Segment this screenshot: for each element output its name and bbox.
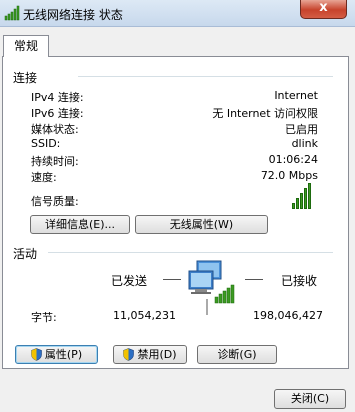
wireless-properties-button-label: 无线属性(W) <box>169 218 234 231</box>
properties-button-label: 属性(P) <box>44 348 83 361</box>
received-label: 已接收 <box>281 274 318 288</box>
details-button[interactable]: 详细信息(E)... <box>30 215 130 234</box>
tab-general[interactable]: 常规 <box>3 35 49 57</box>
ipv6-label: IPv6 连接: <box>31 107 84 120</box>
sent-dash <box>163 279 181 280</box>
ssid-label: SSID: <box>31 137 61 150</box>
close-button[interactable]: 关闭(C) <box>274 389 346 409</box>
diagnose-button-label: 诊断(G) <box>217 348 257 361</box>
window-title: 无线网络连接 状态 <box>23 8 123 22</box>
uac-shield-icon <box>123 348 135 361</box>
sent-label: 已发送 <box>111 274 148 288</box>
ipv6-value: 无 Internet 访问权限 <box>212 107 318 120</box>
close-icon: x <box>319 0 328 15</box>
activity-heading: 活动 <box>13 247 38 261</box>
duration-value: 01:06:24 <box>268 153 318 166</box>
ipv4-label: IPv4 连接: <box>31 91 84 104</box>
speed-label: 速度: <box>31 171 57 184</box>
bytes-sent-value: 11,054,231 <box>113 309 176 322</box>
window-body: 常规 连接 IPv4 连接: Internet IPv6 连接: 无 Inter… <box>0 27 355 412</box>
signal-quality-label: 信号质量: <box>31 195 79 208</box>
diagnose-button[interactable]: 诊断(G) <box>197 345 277 364</box>
activity-divider <box>48 252 333 253</box>
uac-shield-icon <box>31 348 42 361</box>
signal-bar <box>304 188 307 209</box>
connection-divider <box>78 76 333 77</box>
properties-button[interactable]: 属性(P) <box>15 345 98 364</box>
signal-bar <box>292 203 295 209</box>
ssid-value: dlink <box>291 137 318 150</box>
signal-bar <box>296 198 299 209</box>
signal-bar <box>300 193 303 209</box>
details-button-label: 详细信息(E)... <box>44 218 116 231</box>
disable-button-label: 禁用(D) <box>137 348 177 361</box>
bytes-received-value: 198,046,427 <box>253 309 323 322</box>
ipv4-value: Internet <box>274 89 318 102</box>
wireless-properties-button[interactable]: 无线属性(W) <box>135 215 268 234</box>
tab-panel-general: 连接 IPv4 连接: Internet IPv6 连接: 无 Internet… <box>2 56 349 369</box>
speed-value: 72.0 Mbps <box>260 169 318 182</box>
media-state-value: 已启用 <box>285 123 318 136</box>
duration-label: 持续时间: <box>31 155 79 168</box>
close-button-label: 关闭(C) <box>290 392 330 405</box>
connection-heading: 连接 <box>13 71 38 85</box>
bytes-label: 字节: <box>31 311 57 324</box>
received-dash <box>245 279 263 280</box>
window-close-button[interactable]: x <box>300 0 347 19</box>
network-computers-icon <box>188 260 235 315</box>
title-bar: 无线网络连接 状态 x <box>0 0 355 27</box>
disable-button[interactable]: 禁用(D) <box>113 345 187 364</box>
tab-general-label: 常规 <box>13 39 38 53</box>
network-signal-icon <box>4 5 20 21</box>
media-state-label: 媒体状态: <box>31 123 79 136</box>
signal-bar <box>308 183 311 209</box>
signal-strength-icon <box>292 183 311 209</box>
